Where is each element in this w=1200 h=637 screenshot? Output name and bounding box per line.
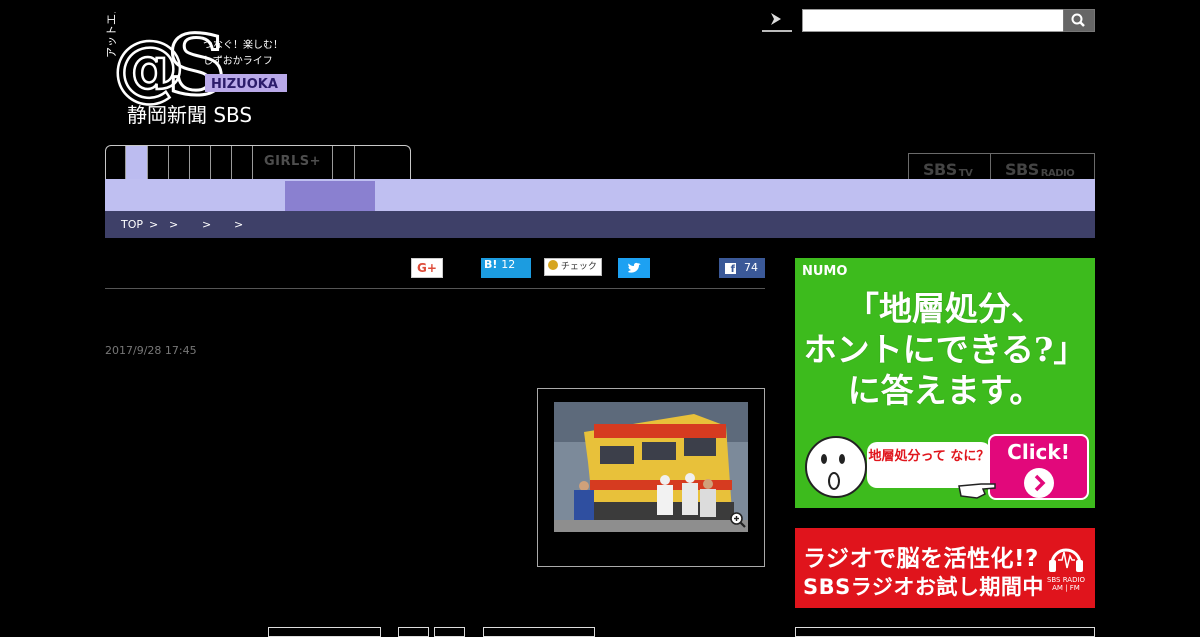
article-date: 2017/9/28 17:45	[105, 344, 197, 357]
media-links: SBS TV SBS RADIO	[908, 153, 1095, 180]
content-box-partial	[398, 627, 429, 637]
sbs-radio-link[interactable]: SBS RADIO	[990, 153, 1095, 180]
numo-headline-line-3: に答えます。	[847, 371, 1043, 410]
svg-text:つなぐ！楽しむ！: つなぐ！楽しむ！	[203, 38, 283, 51]
sbs-radio-suffix: RADIO	[1040, 168, 1075, 179]
numo-click-button[interactable]: Click!	[988, 434, 1089, 500]
tab-10[interactable]	[355, 146, 390, 179]
sbs-tv-suffix: TV	[958, 168, 973, 179]
breadcrumb-separator: >	[202, 218, 212, 231]
category-tabbar: GIRLS+	[105, 145, 411, 179]
sbs-tv-label: SBS	[923, 160, 957, 179]
content-box-partial	[268, 627, 381, 637]
mixi-check-button[interactable]: チェック	[544, 258, 602, 276]
chevron-right-circle-icon	[1023, 468, 1054, 498]
divider	[105, 288, 765, 289]
breadcrumb-separator: >	[234, 218, 244, 231]
radio-wave-icon	[1049, 548, 1083, 572]
numo-logo: NUMO	[802, 264, 848, 279]
sub-navigation	[105, 179, 1095, 211]
tab-7[interactable]	[232, 146, 253, 179]
facebook-icon: f	[725, 263, 736, 275]
numo-headline: 「地層処分、 ホントにできる?」 に答えます。	[795, 288, 1095, 411]
sbs-radio-logo-text: SBS RADIO	[1046, 576, 1086, 584]
pointing-hand-icon	[958, 483, 996, 499]
tab-5[interactable]	[190, 146, 211, 179]
tab-6[interactable]	[211, 146, 232, 179]
breadcrumb-home[interactable]: TOP	[121, 211, 143, 238]
sbs-radio-label: SBS	[1005, 160, 1039, 179]
search-scope-arrow-icon[interactable]	[762, 8, 792, 32]
facebook-share-button[interactable]: f 74	[719, 258, 765, 278]
numo-ad-banner[interactable]: NUMO 「地層処分、 ホントにできる?」 に答えます。 地層処分って なに？ …	[795, 258, 1095, 508]
numo-headline-line-2: ホントにできる?」	[803, 330, 1087, 369]
twitter-bird-icon	[628, 262, 641, 273]
zoom-in-icon[interactable]	[729, 511, 747, 529]
sidebar-box-partial	[795, 627, 1095, 637]
radio-ad-headline: ラジオで脳を活性化!?	[803, 546, 1039, 572]
numo-click-label: Click!	[1007, 440, 1070, 464]
twitter-share-button[interactable]	[618, 258, 650, 278]
breadcrumb: TOP > > > >	[105, 211, 1095, 238]
tab-2-active[interactable]	[126, 146, 148, 179]
tab-1[interactable]	[106, 146, 126, 179]
numo-headline-line-1: 「地層処分、	[846, 289, 1044, 328]
hatena-count: 12	[501, 258, 516, 271]
hatena-icon: B!	[484, 258, 498, 271]
tab-3[interactable]	[148, 146, 169, 179]
svg-text:HIZUOKA: HIZUOKA	[211, 77, 278, 92]
breadcrumb-separator: >	[149, 218, 159, 231]
tab-4[interactable]	[169, 146, 190, 179]
svg-text:静岡新聞 SBS: 静岡新聞 SBS	[127, 103, 252, 127]
radio-ad-subline: SBSラジオお試し期間中	[803, 575, 1044, 599]
hatena-bookmark-button[interactable]: B! 12	[481, 258, 531, 278]
sbs-radio-ad-banner[interactable]: ラジオで脳を活性化!? SBSラジオお試し期間中 SBS RADIO AM | …	[795, 528, 1095, 608]
google-plus-share-button[interactable]: G+	[411, 258, 443, 278]
content-box-partial	[434, 627, 465, 637]
search-icon	[1071, 13, 1085, 27]
sbs-tv-link[interactable]: SBS TV	[908, 153, 990, 180]
mixi-icon	[548, 260, 558, 270]
tab-girls-plus[interactable]: GIRLS+	[253, 146, 333, 179]
content-box-partial	[483, 627, 595, 637]
sbs-radio-logo: SBS RADIO AM | FM	[1043, 540, 1089, 600]
numo-mascot-face	[804, 433, 868, 505]
subnav-item-active[interactable]	[285, 181, 375, 211]
site-logo[interactable]: アットエス @ S つなぐ！楽しむ！ しずおかライフ HIZUOKA 静岡新聞 …	[105, 3, 295, 130]
article-photo-locomotive[interactable]	[554, 402, 748, 532]
tab-9[interactable]	[333, 146, 355, 179]
search-input[interactable]	[802, 9, 1064, 32]
search-button[interactable]	[1063, 9, 1095, 32]
mixi-label: チェック	[560, 262, 597, 272]
svg-text:しずおかライフ: しずおかライフ	[203, 55, 273, 67]
facebook-count: 74	[744, 261, 758, 274]
sbs-radio-logo-sub: AM | FM	[1052, 584, 1080, 592]
breadcrumb-separator: >	[169, 218, 179, 231]
